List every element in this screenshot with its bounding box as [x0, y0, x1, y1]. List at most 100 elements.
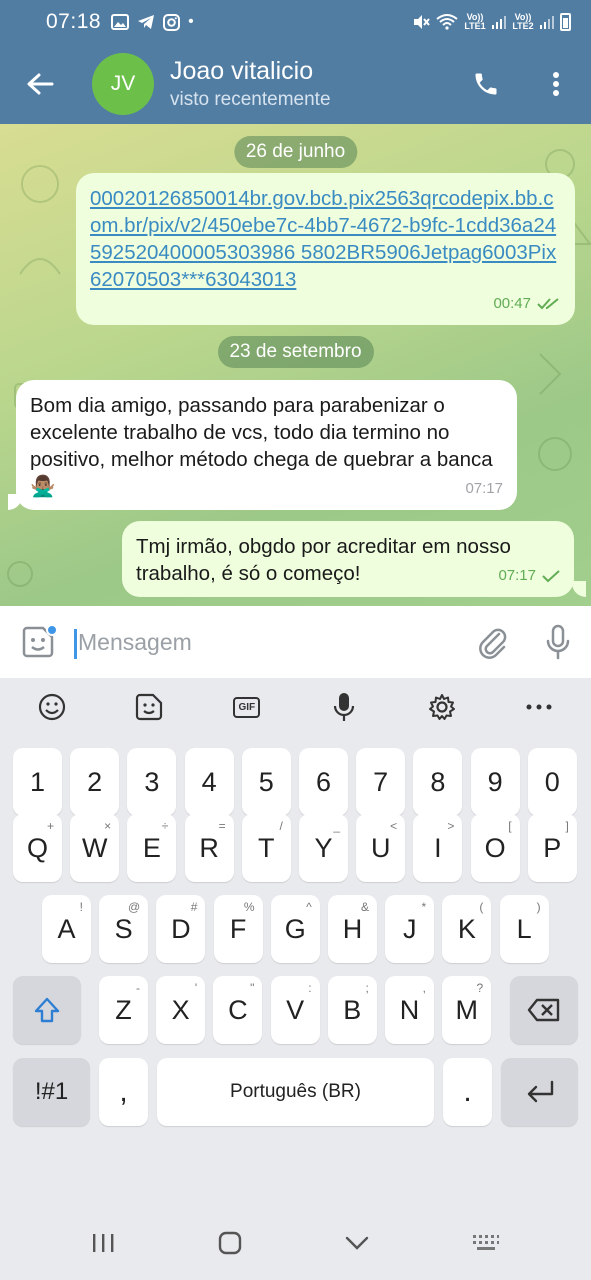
keyboard-settings-button[interactable]	[412, 683, 472, 731]
recent-apps-button[interactable]	[91, 1233, 115, 1258]
attach-button[interactable]	[459, 606, 525, 678]
key-hint: <	[390, 819, 398, 833]
emoji-icon	[38, 693, 66, 721]
key-label: A	[57, 913, 76, 944]
microphone-icon	[334, 693, 355, 721]
period-key[interactable]: .	[443, 1058, 492, 1126]
key-hint: _	[333, 819, 340, 833]
keyboard-switch-button[interactable]	[472, 1234, 500, 1257]
key-numbers-9[interactable]: 0	[527, 748, 577, 816]
key-label: E	[142, 832, 161, 863]
text-caret	[74, 628, 77, 659]
signal2-icon	[540, 16, 554, 29]
comma-key[interactable]: ,	[99, 1058, 148, 1126]
message-bubble-outgoing[interactable]: 00020126850014br.gov.bcb.pix2563qrcodepi…	[76, 173, 575, 325]
key-row2-8[interactable]: L)	[499, 895, 549, 963]
message-time: 00:47	[493, 295, 531, 312]
call-button[interactable]	[451, 44, 521, 124]
space-key[interactable]: Português (BR)	[157, 1058, 434, 1126]
key-row1-6[interactable]: U <	[356, 814, 406, 882]
date-separator: 26 de junho	[233, 136, 358, 168]
key-numbers-0[interactable]: 1	[13, 748, 62, 816]
key-numbers-2[interactable]: 3	[127, 748, 177, 816]
key-row3-6[interactable]: M?	[442, 976, 492, 1044]
home-button[interactable]	[218, 1231, 242, 1260]
key-numbers-4[interactable]: 5	[241, 748, 291, 816]
chat-area[interactable]: 26 de junho 00020126850014br.gov.bcb.pix…	[0, 124, 591, 606]
voice-input-button[interactable]	[314, 683, 374, 731]
key-row3-5[interactable]: N,	[385, 976, 434, 1044]
key-label: 2	[87, 766, 103, 797]
key-numbers-3[interactable]: 4	[184, 748, 234, 816]
arrow-left-icon	[27, 73, 54, 95]
message-bubble-outgoing[interactable]: Tmj irmão, obgdo por acreditar em nosso …	[122, 521, 574, 597]
key-label: Q	[26, 832, 48, 863]
key-row1-0[interactable]: Q +	[13, 814, 62, 882]
message-link[interactable]: 00020126850014br.gov.bcb.pix2563qrcodepi…	[90, 185, 560, 293]
chat-title-block[interactable]: Joao vitalicio visto recentemente	[170, 57, 331, 111]
key-numbers-8[interactable]: 9	[470, 748, 520, 816]
key-row2-3[interactable]: F%	[213, 895, 263, 963]
shift-key[interactable]	[13, 976, 81, 1044]
key-row2-1[interactable]: S @	[99, 895, 149, 963]
back-button[interactable]	[0, 44, 80, 124]
key-row2-6[interactable]: J *	[385, 895, 435, 963]
message-input[interactable]: Mensagem	[74, 628, 459, 659]
signal1-icon	[492, 16, 506, 29]
gif-button[interactable]: GIF	[217, 683, 277, 731]
key-label: 4	[201, 766, 217, 797]
shift-icon	[34, 997, 60, 1023]
more-options-button[interactable]	[509, 683, 569, 731]
check-icon	[542, 569, 560, 582]
key-hint: &	[360, 900, 369, 914]
key-label: P	[543, 832, 562, 863]
sticker-keyboard-button[interactable]	[119, 683, 179, 731]
phone-icon	[475, 73, 497, 95]
key-row2-2[interactable]: D #	[156, 895, 206, 963]
key-label: 0	[544, 766, 560, 797]
key-row3-0[interactable]: Z-	[99, 976, 148, 1044]
avatar[interactable]: JV	[92, 53, 154, 115]
key-row2-5[interactable]: H &	[328, 895, 377, 963]
key-row1-4[interactable]: T /	[241, 814, 291, 882]
key-label: Y	[314, 832, 333, 863]
key-label: J	[402, 913, 417, 944]
key-row1-7[interactable]: I >	[413, 814, 463, 882]
enter-key[interactable]	[501, 1058, 578, 1126]
key-row2-7[interactable]: K(	[442, 895, 492, 963]
key-hint: ^	[306, 900, 312, 914]
key-row1-3[interactable]: R =	[184, 814, 234, 882]
sticker-button[interactable]	[0, 606, 76, 678]
more-options-button[interactable]	[521, 44, 591, 124]
key-label: 3	[144, 766, 160, 797]
key-row1-2[interactable]: E ÷	[127, 814, 177, 882]
symbols-key[interactable]: !#1	[13, 1058, 90, 1126]
key-label: F	[229, 913, 247, 944]
key-label: T	[258, 832, 275, 863]
key-row3-4[interactable]: B;	[327, 976, 377, 1044]
key-row1-1[interactable]: W ×	[70, 814, 120, 882]
key-row3-3[interactable]: V:	[270, 976, 320, 1044]
key-label: C	[228, 994, 248, 1025]
key-row1-8[interactable]: O[	[470, 814, 520, 882]
hide-keyboard-button[interactable]	[345, 1236, 369, 1255]
home-icon	[218, 1231, 242, 1254]
key-label: W	[81, 832, 108, 863]
key-label: 1	[29, 766, 46, 797]
key-numbers-1[interactable]: 2	[70, 748, 120, 816]
key-row2-0[interactable]: A!	[42, 895, 91, 963]
key-row3-2[interactable]: C "	[213, 976, 263, 1044]
key-row1-9[interactable]: P]	[527, 814, 577, 882]
key-numbers-7[interactable]: 8	[413, 748, 463, 816]
message-bubble-incoming[interactable]: Bom dia amigo, passando para parabenizar…	[16, 380, 517, 510]
key-row3-1[interactable]: X '	[156, 976, 206, 1044]
key-row2-4[interactable]: G ^	[270, 895, 320, 963]
key-row1-5[interactable]: Y _	[299, 814, 348, 882]
key-label: 8	[430, 766, 446, 797]
key-numbers-6[interactable]: 7	[356, 748, 406, 816]
voice-message-button[interactable]	[525, 606, 591, 678]
backspace-key[interactable]	[510, 976, 578, 1044]
emoji-button[interactable]	[22, 683, 82, 731]
key-hint: )	[536, 900, 541, 914]
key-numbers-5[interactable]: 6	[299, 748, 348, 816]
